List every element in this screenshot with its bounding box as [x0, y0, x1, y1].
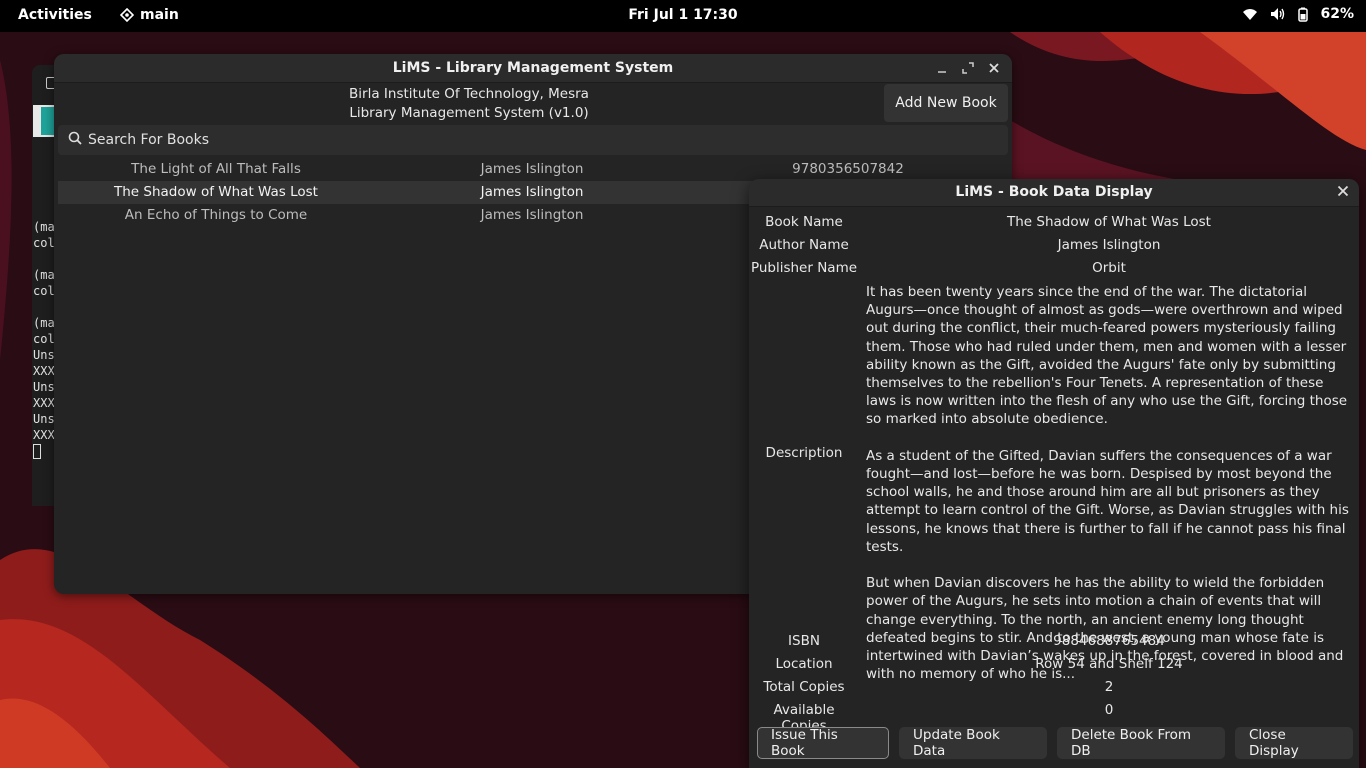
system-version: Library Management System (v1.0): [349, 105, 589, 121]
close-icon: [1337, 185, 1349, 197]
system-status-area[interactable]: 62%: [1242, 6, 1354, 22]
update-book-button[interactable]: Update Book Data: [899, 727, 1047, 759]
terminal-output: (ma col (ma col (ma col Uns XXX Uns XXX …: [33, 219, 55, 459]
total-copies-value: 2: [1104, 679, 1114, 695]
window-title: LiMS - Library Management System: [392, 60, 674, 76]
issue-book-button[interactable]: Issue This Book: [757, 727, 889, 759]
author-cell: James Islington: [480, 161, 584, 177]
author-cell: James Islington: [480, 207, 584, 223]
search-input[interactable]: Search For Books: [58, 125, 1008, 155]
battery-icon: [1298, 7, 1309, 22]
description-paragraph: As a student of the Gifted, Davian suffe…: [866, 447, 1349, 555]
available-copies-value: 0: [1104, 702, 1114, 718]
book-name-cell: The Shadow of What Was Lost: [114, 184, 318, 200]
clock[interactable]: Fri Jul 1 17:30: [0, 7, 1366, 23]
table-row[interactable]: The Light of All That Falls James Isling…: [58, 158, 1008, 181]
isbn-value: 9884688765484: [1053, 633, 1165, 649]
book-data-dialog: LiMS - Book Data Display Book Name The S…: [749, 179, 1359, 768]
main-window-titlebar[interactable]: LiMS - Library Management System: [54, 54, 1012, 83]
book-name-cell: An Echo of Things to Come: [124, 207, 308, 223]
description-label: Description: [765, 445, 843, 461]
isbn-cell: 9780356507842: [792, 161, 904, 177]
dialog-button-row: Issue This Book Update Book Data Delete …: [757, 727, 1353, 759]
institute-name: Birla Institute Of Technology, Mesra: [349, 86, 589, 102]
description-paragraph: It has been twenty years since the end o…: [866, 284, 1348, 428]
book-name-cell: The Light of All That Falls: [131, 161, 301, 177]
search-placeholder: Search For Books: [88, 132, 210, 148]
description-value: It has been twenty years since the end o…: [866, 283, 1356, 683]
wifi-icon: [1242, 7, 1258, 21]
add-new-book-button[interactable]: Add New Book: [884, 84, 1008, 122]
close-display-button[interactable]: Close Display: [1235, 727, 1353, 759]
volume-icon: [1270, 7, 1286, 21]
terminal-cursor: [33, 444, 41, 459]
maximize-icon: [962, 62, 974, 74]
dialog-title: LiMS - Book Data Display: [955, 184, 1153, 200]
delete-book-button[interactable]: Delete Book From DB: [1057, 727, 1225, 759]
total-copies-label: Total Copies: [763, 679, 845, 695]
battery-percentage: 62%: [1320, 6, 1354, 22]
location-value: Row 54 and Shelf 124: [1035, 656, 1183, 672]
close-button[interactable]: [986, 60, 1002, 76]
book-name-value: The Shadow of What Was Lost: [1007, 214, 1211, 230]
institute-heading: Birla Institute Of Technology, Mesra Lib…: [54, 85, 884, 123]
publisher-name-label: Publisher Name: [750, 260, 858, 276]
minimize-icon: [938, 71, 946, 73]
dialog-titlebar[interactable]: LiMS - Book Data Display: [749, 179, 1359, 207]
close-icon: [989, 63, 999, 73]
maximize-button[interactable]: [960, 60, 976, 76]
publisher-name-value: Orbit: [1092, 260, 1126, 276]
search-icon: [68, 131, 82, 149]
location-label: Location: [775, 656, 833, 672]
app-header: Birla Institute Of Technology, Mesra Lib…: [54, 83, 1012, 123]
author-name-label: Author Name: [759, 237, 849, 253]
minimize-button[interactable]: [934, 60, 950, 76]
author-cell: James Islington: [480, 184, 584, 200]
top-bar: Activities main Fri Jul 1 17:30 62%: [0, 0, 1366, 32]
author-name-value: James Islington: [1057, 237, 1161, 253]
isbn-label: ISBN: [788, 633, 820, 649]
book-name-label: Book Name: [765, 214, 843, 230]
dialog-close-button[interactable]: [1337, 185, 1349, 201]
